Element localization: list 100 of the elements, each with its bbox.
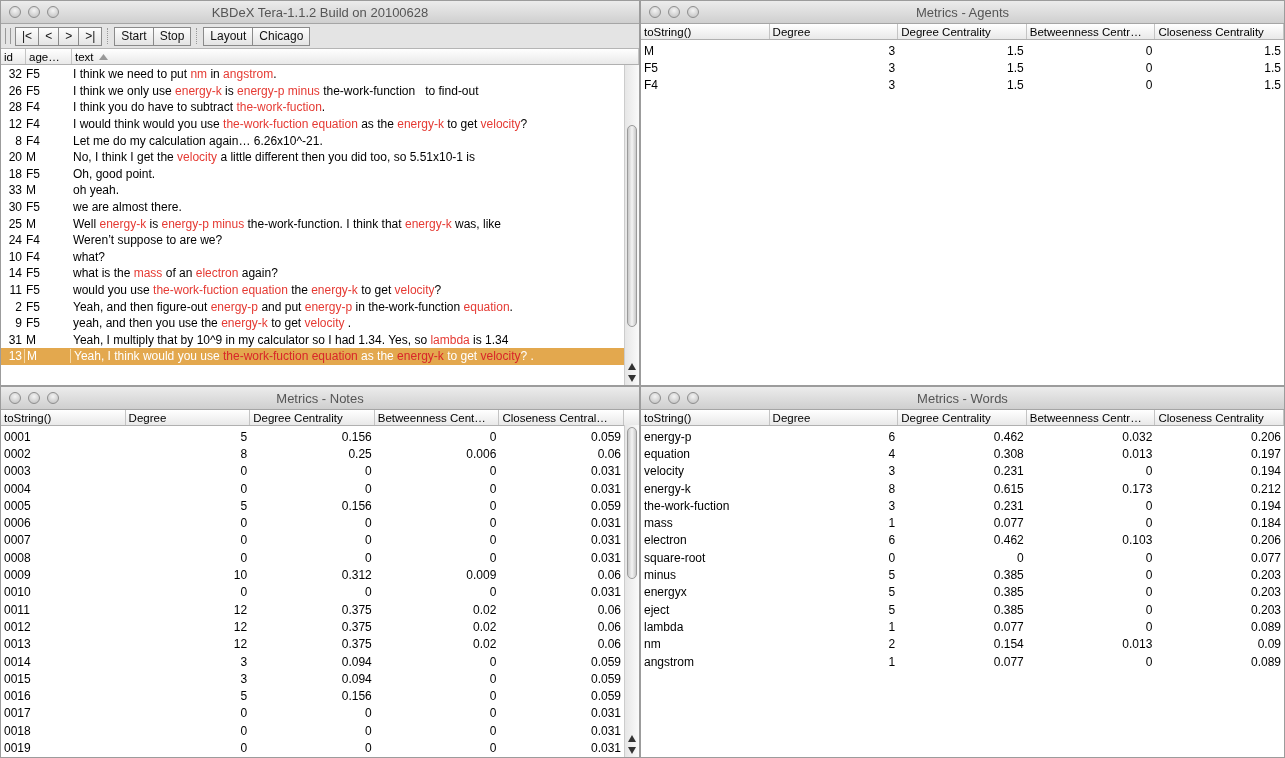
scroll-thumb[interactable] [627, 427, 637, 579]
toolbar-button[interactable]: Stop [152, 26, 192, 46]
column-header[interactable]: Closeness Central… [499, 410, 624, 425]
window-button[interactable] [668, 392, 680, 404]
id-cell-text: 18 [7, 166, 23, 181]
toolbar-button[interactable]: >| [78, 26, 103, 46]
table-cell-text: 0 [1144, 619, 1154, 634]
message-text: I think we only use energy-k is energy-p minus the-work-function to find-out [72, 83, 480, 98]
window-button[interactable] [687, 392, 699, 404]
column-header[interactable]: toString() [1, 410, 126, 425]
window-button[interactable] [9, 6, 21, 18]
toolbar-button[interactable]: Layout [203, 26, 254, 46]
scroll-up-icon[interactable] [628, 735, 636, 742]
table-row[interactable]: 11 F5 would you use the-work-fuction equation the energy-k to get velocity? [1, 281, 624, 299]
table-cell-text: 0.375 [340, 637, 373, 652]
window-button[interactable] [668, 6, 680, 18]
table-cell-text: 3 [887, 60, 897, 75]
column-header[interactable]: toString() [641, 410, 770, 425]
id-cell-text: 14 [7, 266, 23, 281]
column-header[interactable]: Closeness Centrality [1155, 24, 1284, 39]
table-cell-text: 0 [488, 585, 498, 600]
id-cell-text: 8 [14, 133, 23, 148]
scroll-down-icon[interactable] [628, 375, 636, 382]
toolbar-button[interactable]: > [58, 26, 80, 46]
column-header[interactable]: Betweenness Centr… [1026, 24, 1156, 39]
window-button[interactable] [47, 6, 59, 18]
table-cell-text: 0.013 [1121, 637, 1154, 652]
table-cell-text: 0 [488, 533, 498, 548]
window-button[interactable] [687, 6, 699, 18]
table-cell-text: 3 [887, 464, 897, 479]
column-header-label: text [75, 50, 94, 63]
message-text: Yeah, I multiply that by 10^9 in my calculator so I had 1.34. Yes, so lambda is 1.34 [72, 332, 510, 347]
table-cell-text: 5 [887, 602, 897, 617]
table-cell-text: 0.02 [472, 637, 498, 652]
scroll-thumb[interactable] [627, 125, 637, 327]
table-cell-text: 0.077 [992, 654, 1025, 669]
column-header[interactable]: Degree [125, 410, 251, 425]
table-row[interactable]: 24 F4 Weren’t suppose to are we? [1, 231, 624, 249]
table-cell-text: 0012 [3, 619, 32, 634]
table-cell-text: 0.385 [992, 568, 1025, 582]
table-row[interactable]: 14 F5 what is the mass of an electron again? [1, 265, 624, 282]
scrollbar[interactable] [624, 425, 639, 757]
toolbar-button[interactable]: |< [15, 26, 40, 46]
id-cell-text: 2 [14, 299, 23, 314]
table-row[interactable]: 26 F5 I think we only use energy-k is energy-p minus the-work-function to find-out [1, 82, 624, 100]
window-button[interactable] [28, 6, 40, 18]
table-cell-text: 0.031 [589, 481, 622, 496]
window-button[interactable] [9, 392, 21, 404]
toolbar-button[interactable]: Start [114, 26, 154, 46]
table-cell-text: 0 [1144, 464, 1154, 479]
window-button[interactable] [649, 392, 661, 404]
table-row[interactable]: 31 M Yeah, I multiply that by 10^9 in my calculator so I had 1.34. Yes, so lambda is 1.34 [1, 331, 624, 349]
column-header[interactable]: Betweenness Cent… [374, 410, 500, 425]
table-row[interactable]: 30 F5 we are almost there. [1, 198, 624, 216]
table-row[interactable]: 10 F4 what? [1, 248, 624, 266]
table-cell-text: 0.203 [1249, 568, 1282, 582]
toolbar-button[interactable]: Chicago [252, 26, 311, 46]
column-header[interactable]: Degree [769, 410, 899, 425]
column-header[interactable]: age… [26, 49, 72, 64]
column-header[interactable]: text [72, 49, 639, 64]
table-cell-text: 0.385 [992, 602, 1025, 617]
message-text: oh yeah. [72, 183, 121, 198]
table-row[interactable]: 2 F5 Yeah, and then figure-out energy-p and put energy-p in the-work-function equation. [1, 298, 624, 315]
message-text: what is the mass of an electron again? [72, 266, 279, 281]
table-row[interactable]: 25 M Well energy-k is energy-p minus the-work-function. I think that energy-k was, like [1, 215, 624, 232]
column-header[interactable]: toString() [641, 24, 770, 39]
message-text: I think you do have to subtract the-work-fuction. [72, 100, 327, 115]
column-header[interactable]: Degree Centrality [250, 410, 375, 425]
table-cell-text: 3 [887, 498, 897, 513]
window-button[interactable] [47, 392, 59, 404]
table-cell-text: 0 [1144, 498, 1154, 513]
column-header[interactable]: Closeness Centrality [1155, 410, 1284, 425]
window-button[interactable] [649, 6, 661, 18]
table-cell-text: 0 [239, 533, 249, 548]
table-row[interactable]: 20 M No, I think I get the velocity a little different then you did too, so 5.51x10-1 is [1, 148, 624, 166]
id-cell-text: 31 [7, 332, 23, 347]
table-row[interactable]: 9 F5 yeah, and then you use the energy-k to get velocity . [1, 314, 624, 332]
table-cell-text: 0 [239, 723, 249, 738]
toolbar-button[interactable]: < [38, 26, 60, 46]
table-row[interactable]: 18 F5 Oh, good point. [1, 165, 624, 183]
table-row[interactable]: 32 F5 I think we need to put nm in angstrom. [1, 66, 624, 83]
table-cell-text: energy-p [643, 429, 693, 444]
table-row[interactable]: 28 F4 I think you do have to subtract the-work-fuction. [1, 99, 624, 116]
table-row[interactable]: 8 F4 Let me do my calculation again… 6.26x10^-21. [1, 132, 624, 149]
table-cell-text: 0.173 [1121, 481, 1154, 496]
window-button[interactable] [28, 392, 40, 404]
column-header[interactable]: id [1, 49, 26, 64]
scroll-down-icon[interactable] [628, 747, 636, 754]
column-header[interactable]: Degree Centrality [898, 24, 1027, 39]
column-header[interactable]: Degree [769, 24, 899, 39]
table-cell-text: 0016 [3, 689, 32, 704]
scrollbar[interactable] [624, 65, 639, 385]
table-row[interactable]: 33 M oh yeah. [1, 182, 624, 199]
scroll-up-icon[interactable] [628, 363, 636, 370]
table-cell-text: 0.094 [340, 671, 373, 686]
table-cell-text: the-work-fuction [643, 498, 731, 513]
column-header[interactable]: Betweenness Centr… [1026, 410, 1156, 425]
toolbar-grip[interactable] [5, 28, 11, 44]
table-row[interactable]: 12 F4 I would think would you use the-work-fuction equation as the energy-k to get velocity? [1, 115, 624, 133]
column-header[interactable]: Degree Centrality [898, 410, 1027, 425]
